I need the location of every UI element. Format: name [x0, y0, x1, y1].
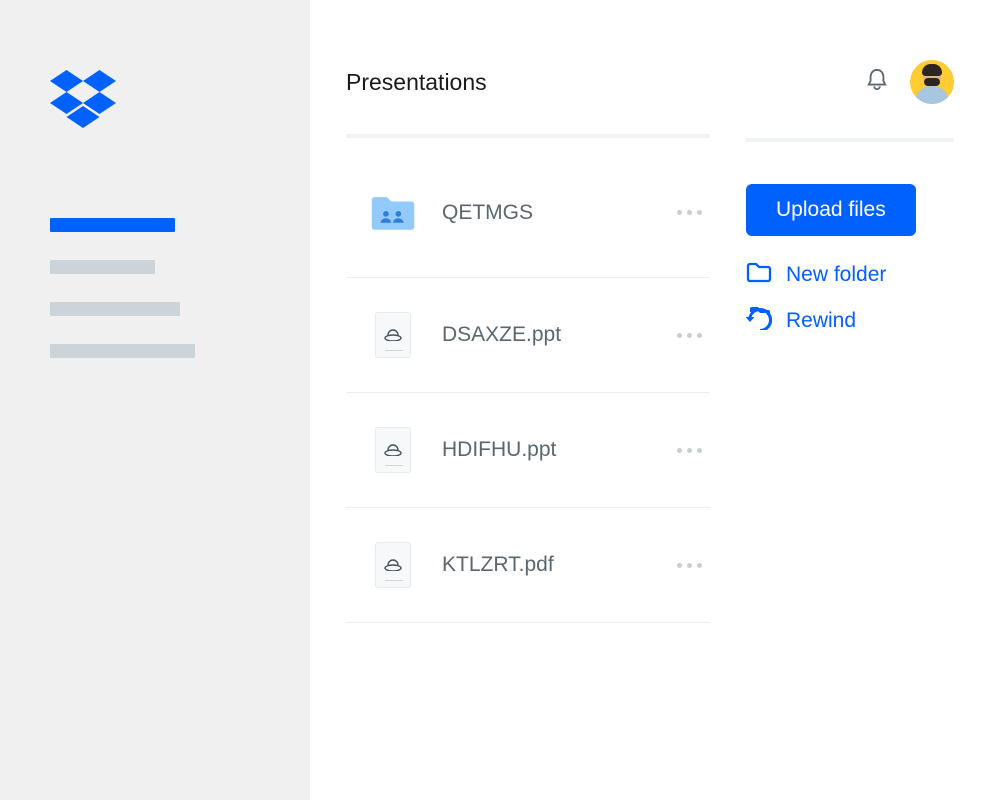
more-options-icon[interactable]: [677, 563, 702, 568]
more-options-icon[interactable]: [677, 448, 702, 453]
rewind-link[interactable]: Rewind: [746, 306, 954, 336]
more-options-icon[interactable]: [677, 210, 702, 215]
file-document-icon: [370, 312, 416, 358]
more-options-icon[interactable]: [677, 333, 702, 338]
rewind-icon: [746, 306, 772, 336]
shared-folder-icon: [370, 192, 416, 234]
folder-outline-icon: [746, 260, 772, 290]
file-row[interactable]: HDIFHU.ppt: [346, 393, 710, 508]
list-divider: [346, 134, 710, 138]
notifications-bell-icon[interactable]: [866, 68, 888, 97]
header: Presentations: [346, 60, 954, 104]
sidebar-nav-item-2[interactable]: [50, 302, 180, 316]
file-name: QETMGS: [442, 201, 533, 225]
sidebar-nav-item-1[interactable]: [50, 260, 155, 274]
main-panel: Presentations: [310, 0, 990, 800]
file-list: QETMGS DSAXZE.ppt HDIFHU.ppt: [346, 134, 710, 623]
file-document-icon: [370, 427, 416, 473]
actions-divider: [746, 138, 954, 142]
file-name: HDIFHU.ppt: [442, 438, 556, 462]
actions-panel: Upload files New folder Rewind: [746, 134, 954, 623]
sidebar-nav-item-0[interactable]: [50, 218, 175, 232]
file-document-icon: [370, 542, 416, 588]
upload-files-button[interactable]: Upload files: [746, 184, 916, 236]
file-row[interactable]: KTLZRT.pdf: [346, 508, 710, 623]
new-folder-label: New folder: [786, 263, 886, 287]
dropbox-logo-icon[interactable]: [50, 70, 116, 128]
file-name: KTLZRT.pdf: [442, 553, 554, 577]
file-name: DSAXZE.ppt: [442, 323, 561, 347]
sidebar: [0, 0, 310, 800]
file-row[interactable]: QETMGS: [346, 148, 710, 278]
sidebar-nav-item-3[interactable]: [50, 344, 195, 358]
avatar[interactable]: [910, 60, 954, 104]
rewind-label: Rewind: [786, 309, 856, 333]
file-row[interactable]: DSAXZE.ppt: [346, 278, 710, 393]
new-folder-link[interactable]: New folder: [746, 260, 954, 290]
page-title: Presentations: [346, 69, 487, 96]
